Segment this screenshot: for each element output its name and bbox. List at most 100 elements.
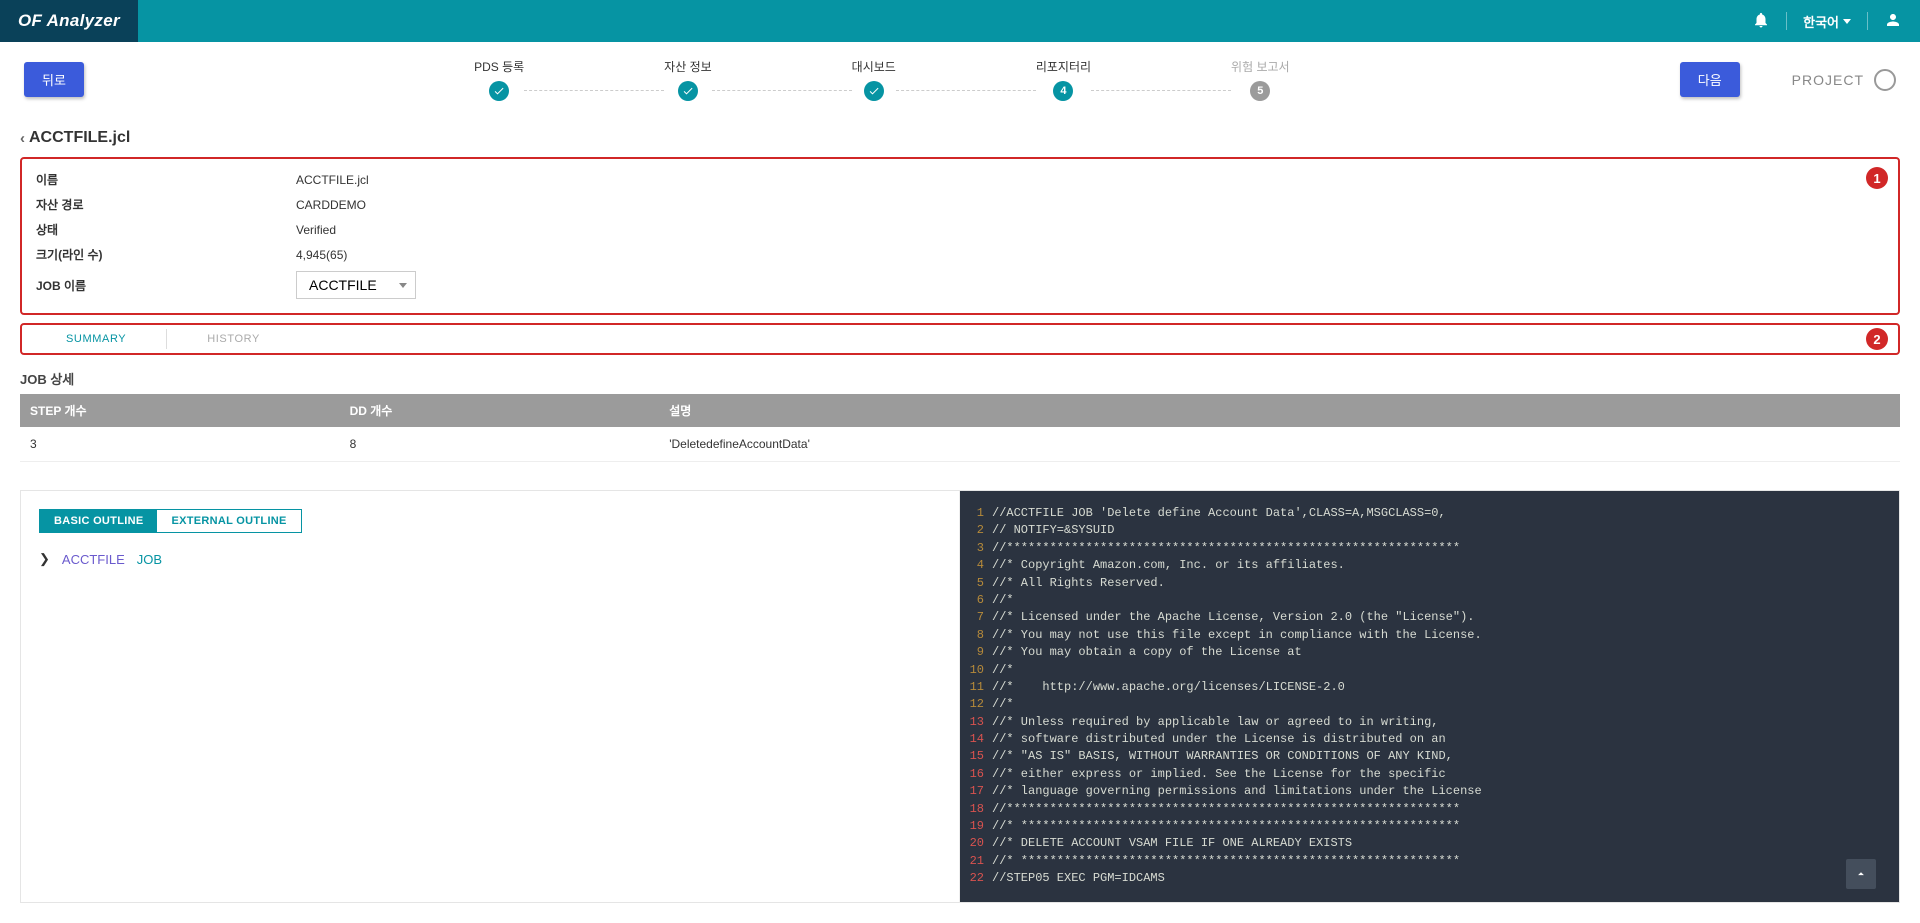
breadcrumb[interactable]: ‹ ACCTFILE.jcl xyxy=(20,125,1900,157)
line-number: 2 xyxy=(960,522,992,539)
step-4[interactable]: 위험 보고서5 xyxy=(1231,58,1290,101)
table-row: 3 8 'DeletedefineAccountData' xyxy=(20,427,1900,462)
tab-external-outline[interactable]: EXTERNAL OUTLINE xyxy=(157,510,300,532)
check-icon xyxy=(678,81,698,101)
tabs-panel: 2 SUMMARY HISTORY xyxy=(20,323,1900,355)
outline-tree: ❯ ACCTFILE JOB xyxy=(39,551,941,567)
code-text: //STEP05 EXEC PGM=IDCAMS xyxy=(992,870,1899,887)
annotation-marker-1: 1 xyxy=(1866,167,1888,189)
line-number: 20 xyxy=(960,835,992,852)
job-detail-table: STEP 개수 DD 개수 설명 3 8 'DeletedefineAccoun… xyxy=(20,394,1900,462)
code-line: 6//* xyxy=(960,592,1899,609)
code-text: //* software distributed under the Licen… xyxy=(992,731,1899,748)
code-text: //* xyxy=(992,662,1899,679)
code-line: 1//ACCTFILE JOB 'Delete define Account D… xyxy=(960,505,1899,522)
line-number: 10 xyxy=(960,662,992,679)
tab-summary[interactable]: SUMMARY xyxy=(26,329,167,349)
main-content: ‹ ACCTFILE.jcl 1 이름 ACCTFILE.jcl 자산 경로 C… xyxy=(0,125,1920,923)
step-connector xyxy=(524,90,664,91)
code-line: 20//* DELETE ACCOUNT VSAM FILE IF ONE AL… xyxy=(960,835,1899,852)
breadcrumb-text: ACCTFILE.jcl xyxy=(29,129,130,147)
code-line: 18//************************************… xyxy=(960,801,1899,818)
code-text: //* either express or implied. See the L… xyxy=(992,766,1899,783)
step-number: 4 xyxy=(1053,81,1073,101)
code-text: //* ************************************… xyxy=(992,818,1899,835)
step-2[interactable]: 대시보드 xyxy=(852,58,896,101)
next-button[interactable]: 다음 xyxy=(1680,62,1740,97)
code-line: 7//* Licensed under the Apache License, … xyxy=(960,609,1899,626)
tree-expand-icon[interactable]: ❯ xyxy=(39,551,50,567)
code-text: // NOTIFY=&SYSUID xyxy=(992,522,1899,539)
code-text: //* http://www.apache.org/licenses/LICEN… xyxy=(992,679,1899,696)
scroll-top-button[interactable] xyxy=(1846,859,1876,889)
annotation-marker-2: 2 xyxy=(1866,328,1888,350)
outline-tabs: BASIC OUTLINE EXTERNAL OUTLINE xyxy=(39,509,302,533)
tree-node-acctfile[interactable]: ACCTFILE xyxy=(62,552,125,567)
line-number: 11 xyxy=(960,679,992,696)
line-number: 15 xyxy=(960,748,992,765)
lower-panel: BASIC OUTLINE EXTERNAL OUTLINE ❯ ACCTFIL… xyxy=(20,490,1900,903)
name-value: ACCTFILE.jcl xyxy=(296,173,369,187)
step-connector xyxy=(712,90,852,91)
code-line: 22//STEP05 EXEC PGM=IDCAMS xyxy=(960,870,1899,887)
cell-desc: 'DeletedefineAccountData' xyxy=(659,427,1900,462)
code-line: 11//* http://www.apache.org/licenses/LIC… xyxy=(960,679,1899,696)
project-indicator: PROJECT xyxy=(1792,69,1896,91)
code-text: //* Copyright Amazon.com, Inc. or its af… xyxy=(992,557,1899,574)
separator xyxy=(1867,12,1868,30)
job-name-label: JOB 이름 xyxy=(36,277,296,294)
code-text: //* ************************************… xyxy=(992,853,1899,870)
job-name-value: ACCTFILE xyxy=(309,277,377,293)
top-toolbar: 뒤로 PDS 등록 자산 정보 대시보드 리포지터리4 위험 보고서5 다음 PROJE… xyxy=(0,42,1920,125)
path-label: 자산 경로 xyxy=(36,196,296,213)
code-line: 8//* You may not use this file except in… xyxy=(960,627,1899,644)
code-viewer[interactable]: 1//ACCTFILE JOB 'Delete define Account D… xyxy=(960,491,1899,902)
user-icon[interactable] xyxy=(1884,11,1902,32)
line-number: 8 xyxy=(960,627,992,644)
header-right: 한국어 xyxy=(1752,11,1902,32)
tree-node-job[interactable]: JOB xyxy=(137,552,162,567)
code-text: //**************************************… xyxy=(992,540,1899,557)
code-text: //* language governing permissions and l… xyxy=(992,783,1899,800)
job-name-select[interactable]: ACCTFILE xyxy=(296,271,416,299)
line-number: 18 xyxy=(960,801,992,818)
step-label: 위험 보고서 xyxy=(1231,58,1290,75)
code-line: 3//*************************************… xyxy=(960,540,1899,557)
code-line: 9//* You may obtain a copy of the Licens… xyxy=(960,644,1899,661)
job-detail-title: JOB 상세 xyxy=(20,369,1900,388)
tab-basic-outline[interactable]: BASIC OUTLINE xyxy=(40,510,157,532)
step-1[interactable]: 자산 정보 xyxy=(664,58,712,101)
line-number: 9 xyxy=(960,644,992,661)
code-line: 14//* software distributed under the Lic… xyxy=(960,731,1899,748)
code-line: 5//* All Rights Reserved. xyxy=(960,575,1899,592)
size-label: 크기(라인 수) xyxy=(36,246,296,263)
back-button[interactable]: 뒤로 xyxy=(24,62,84,97)
chevron-down-icon xyxy=(399,283,407,288)
bell-icon[interactable] xyxy=(1752,11,1770,32)
code-line: 19//* **********************************… xyxy=(960,818,1899,835)
logo-text: OF Analyzer xyxy=(18,11,120,31)
tab-history[interactable]: HISTORY xyxy=(167,329,300,349)
line-number: 14 xyxy=(960,731,992,748)
code-line: 21//* **********************************… xyxy=(960,853,1899,870)
project-status-icon xyxy=(1874,69,1896,91)
line-number: 22 xyxy=(960,870,992,887)
check-icon xyxy=(864,81,884,101)
code-text: //* xyxy=(992,592,1899,609)
project-label: PROJECT xyxy=(1792,72,1864,88)
code-line: 2// NOTIFY=&SYSUID xyxy=(960,522,1899,539)
code-line: 4//* Copyright Amazon.com, Inc. or its a… xyxy=(960,557,1899,574)
step-0[interactable]: PDS 등록 xyxy=(474,58,524,101)
code-text: //* You may not use this file except in … xyxy=(992,627,1899,644)
code-line: 13//* Unless required by applicable law … xyxy=(960,714,1899,731)
step-connector xyxy=(1091,90,1231,91)
name-label: 이름 xyxy=(36,171,296,188)
code-line: 12//* xyxy=(960,696,1899,713)
line-number: 13 xyxy=(960,714,992,731)
cell-dd: 8 xyxy=(340,427,660,462)
step-3[interactable]: 리포지터리4 xyxy=(1036,58,1091,101)
chevron-down-icon xyxy=(1843,19,1851,24)
status-value: Verified xyxy=(296,223,336,237)
language-selector[interactable]: 한국어 xyxy=(1803,12,1851,31)
line-number: 6 xyxy=(960,592,992,609)
